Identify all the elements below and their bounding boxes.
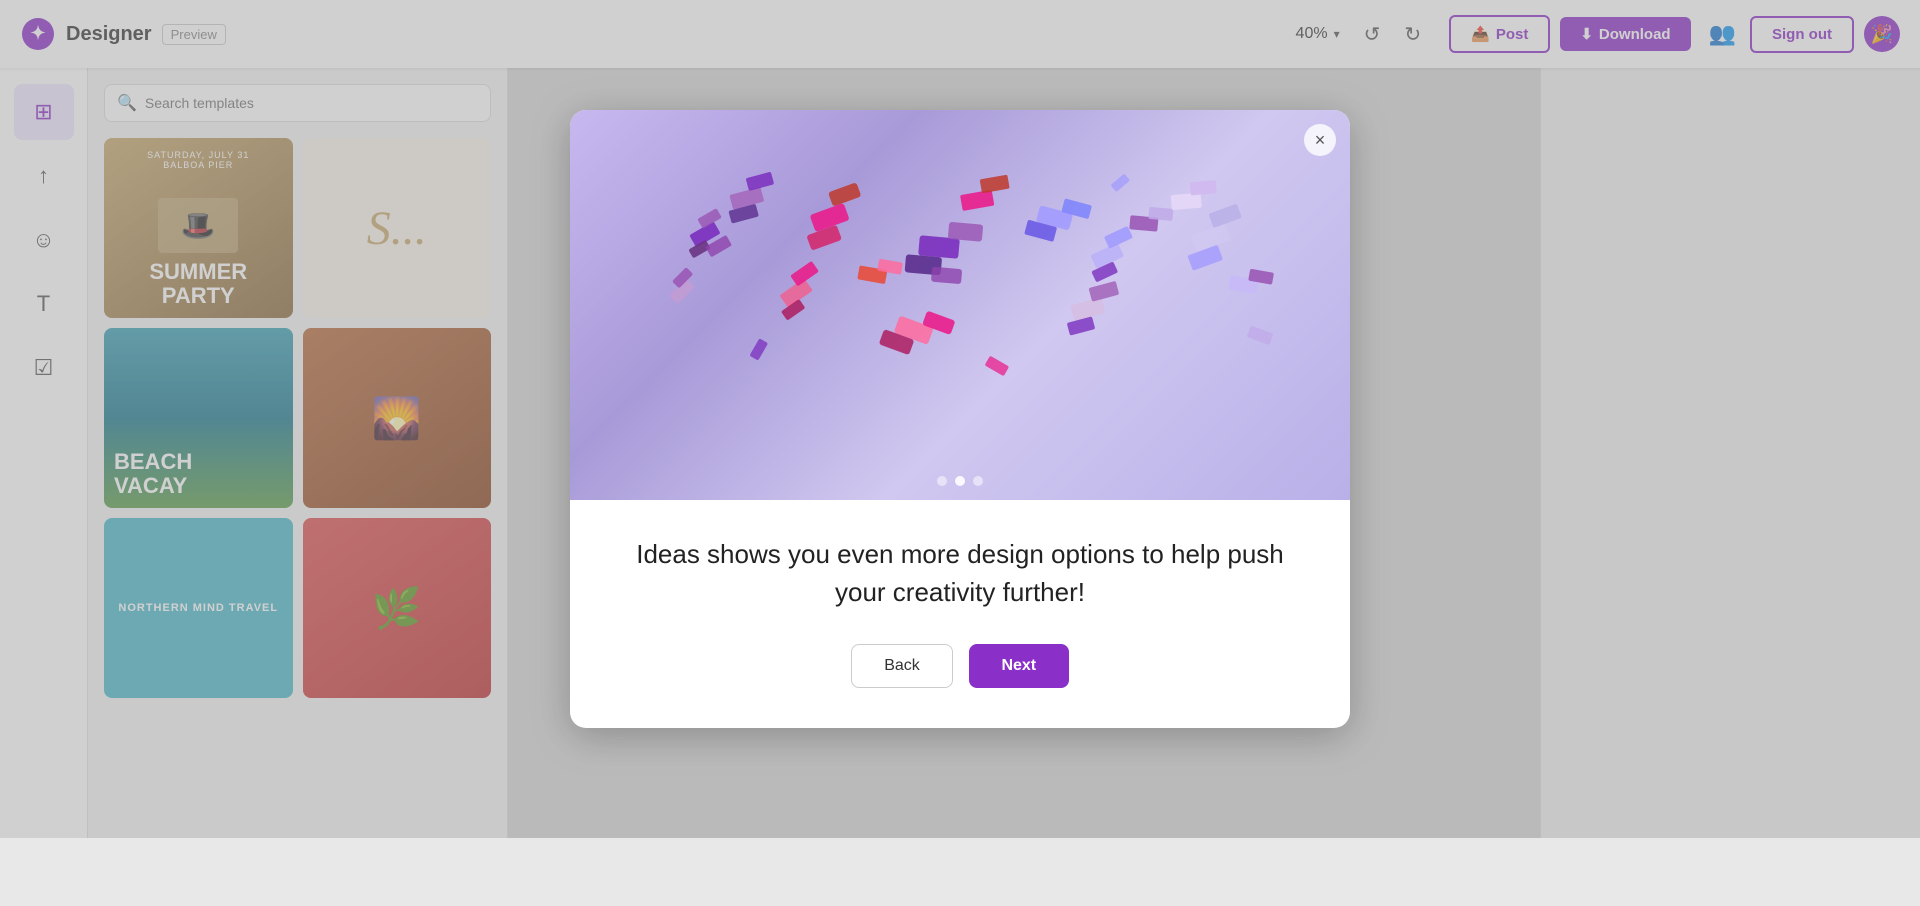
modal-overlay[interactable]: × — [0, 0, 1920, 838]
modal-carousel-dots — [570, 476, 1350, 486]
modal-title: Ideas shows you even more design options… — [618, 536, 1302, 611]
dot-2[interactable] — [955, 476, 965, 486]
next-button[interactable]: Next — [969, 644, 1069, 688]
dot-3[interactable] — [973, 476, 983, 486]
close-icon: × — [1315, 130, 1326, 151]
ribbon-illustration — [609, 130, 1311, 481]
modal-dialog: × — [570, 110, 1350, 727]
dot-1[interactable] — [937, 476, 947, 486]
modal-close-button[interactable]: × — [1304, 124, 1336, 156]
modal-content: Ideas shows you even more design options… — [570, 500, 1350, 727]
back-button[interactable]: Back — [851, 644, 953, 688]
modal-actions: Back Next — [618, 644, 1302, 688]
modal-image-area: × — [570, 110, 1350, 500]
